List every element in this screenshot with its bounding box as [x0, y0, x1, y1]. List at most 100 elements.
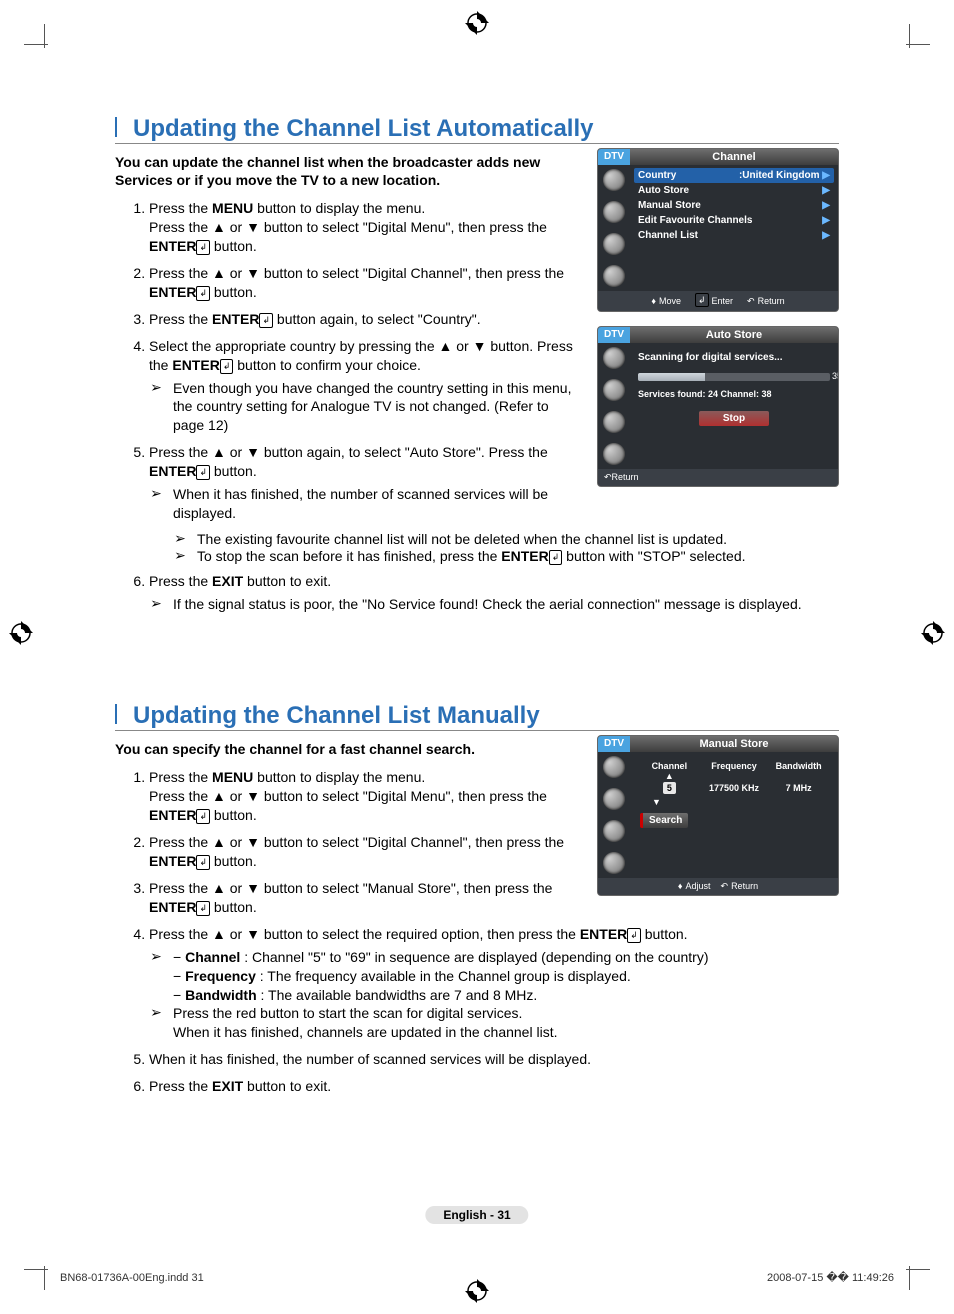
- enter-icon: [549, 550, 563, 565]
- enter-icon: [196, 465, 210, 480]
- osd-category-icon: [603, 169, 625, 191]
- osd-category-icon: [603, 265, 625, 287]
- crop-mark: [906, 44, 930, 45]
- enter-icon: [196, 855, 210, 870]
- dtv-badge: DTV: [598, 736, 630, 752]
- osd-category-icon: [603, 347, 625, 369]
- stop-button: Stop: [699, 411, 769, 426]
- steps-auto-cont: Press the EXIT button to exit. ➢If the s…: [115, 572, 839, 614]
- enter-icon: [196, 286, 210, 301]
- osd-auto-store: DTV Auto Store Scanning for digital: [597, 326, 839, 487]
- note-pointer-icon: ➢: [149, 594, 163, 613]
- footer-timestamp: 2008-07-15 �� 11:49:26: [767, 1271, 894, 1284]
- osd-footer: ♦Adjust ↶Return: [598, 878, 838, 895]
- registration-mark-left: [8, 620, 34, 646]
- osd-category-icon: [603, 411, 625, 433]
- step: Press the ▲ or ▼ button to select "Digit…: [149, 833, 583, 871]
- dtv-badge: DTV: [598, 327, 630, 343]
- step: Press the ▲ or ▼ button again, to select…: [149, 443, 583, 523]
- search-button: Search: [640, 813, 688, 828]
- menu-row: Edit Favourite Channels▶: [634, 213, 834, 228]
- step: Press the MENU button to display the men…: [149, 199, 583, 256]
- menu-row-country: Country:United Kingdom ▶: [634, 168, 834, 183]
- enter-icon: [196, 240, 210, 255]
- osd-footer: ↶ Return: [598, 469, 838, 486]
- osd-category-icon: [603, 379, 625, 401]
- progress-percent: 35%: [832, 371, 839, 381]
- section-title-manual: Updating the Channel List Manually: [115, 702, 839, 731]
- page: Updating the Channel List Automatically …: [0, 0, 954, 1314]
- osd-channel-menu: DTV Channel Country:United Kingdom ▶ Au: [597, 148, 839, 312]
- step: Press the ENTER button again, to select …: [149, 310, 583, 329]
- step: Press the EXIT button to exit. ➢If the s…: [149, 572, 839, 614]
- osd-category-icons: [598, 343, 630, 469]
- registration-mark-right: [920, 620, 946, 646]
- channel-value: 5: [663, 782, 676, 794]
- registration-mark-bottom: [464, 1278, 490, 1304]
- step: Press the EXIT button to exit.: [149, 1077, 839, 1096]
- step: Press the MENU button to display the men…: [149, 768, 583, 825]
- services-found: Services found: 24 Channel: 38: [634, 387, 834, 401]
- step: Press the ▲ or ▼ button to select the re…: [149, 925, 839, 1042]
- step: Press the ▲ or ▼ button to select "Digit…: [149, 264, 583, 302]
- enter-icon: [695, 293, 709, 307]
- frequency-value: 177500 KHz: [705, 783, 764, 793]
- step: Select the appropriate country by pressi…: [149, 337, 583, 436]
- col-channel: Channel▲: [640, 761, 699, 781]
- enter-icon: [196, 901, 210, 916]
- note-text: The existing favourite channel list will…: [197, 531, 839, 548]
- osd-category-icon: [603, 443, 625, 465]
- steps-manual: Press the MENU button to display the men…: [115, 768, 583, 917]
- osd-category-icon: [603, 756, 625, 778]
- osd-category-icons: [598, 752, 630, 878]
- step: Press the ▲ or ▼ button to select "Manua…: [149, 879, 583, 917]
- crop-mark: [24, 1269, 48, 1270]
- osd-footer: ♦Move Enter ↶Return: [598, 291, 838, 311]
- enter-icon: [627, 928, 641, 943]
- note-pointer-icon: ➢: [173, 530, 187, 547]
- osd-category-icon: [603, 820, 625, 842]
- note-text: If the signal status is poor, the "No Se…: [173, 595, 839, 614]
- step: When it has finished, the number of scan…: [149, 1050, 839, 1069]
- intro-auto: You can update the channel list when the…: [115, 154, 583, 189]
- note-text: When it has finished, the number of scan…: [173, 485, 583, 523]
- progress: Scanning for digital services... 35%: [638, 352, 830, 381]
- note-text: − Channel : Channel "5" to "69" in seque…: [173, 948, 839, 1005]
- page-number: English - 31: [425, 1206, 528, 1224]
- osd-category-icon: [603, 233, 625, 255]
- menu-row: Channel List▶: [634, 228, 834, 243]
- steps-auto: Press the MENU button to display the men…: [115, 199, 583, 523]
- osd-category-icon: [603, 788, 625, 810]
- col-frequency: Frequency: [705, 761, 764, 781]
- note-pointer-icon: ➢: [173, 547, 187, 564]
- note-pointer-icon: ➢: [149, 484, 163, 503]
- menu-row: Manual Store▶: [634, 198, 834, 213]
- intro-manual: You can specify the channel for a fast c…: [115, 741, 583, 759]
- bandwidth-value: 7 MHz: [769, 783, 828, 793]
- col-bandwidth: Bandwidth: [769, 761, 828, 781]
- osd-manual-store: DTV Manual Store Channel▲: [597, 735, 839, 896]
- osd-category-icons: [598, 165, 630, 291]
- osd-title: Channel: [630, 149, 838, 165]
- enter-icon: [259, 313, 273, 328]
- osd-category-icon: [603, 852, 625, 874]
- note-pointer-icon: ➢: [149, 947, 163, 966]
- menu-row: Auto Store▶: [634, 183, 834, 198]
- section-title-auto: Updating the Channel List Automatically: [115, 115, 839, 144]
- progress-bar: 35%: [638, 373, 830, 381]
- registration-mark-top: [464, 10, 490, 36]
- osd-title: Manual Store: [630, 736, 838, 752]
- progress-label: Scanning for digital services...: [638, 352, 830, 363]
- enter-icon: [196, 809, 210, 824]
- footer-filename: BN68-01736A-00Eng.indd 31: [60, 1272, 204, 1284]
- note-text: To stop the scan before it has finished,…: [197, 548, 839, 566]
- crop-mark: [906, 1269, 930, 1270]
- enter-icon: [220, 359, 234, 374]
- osd-title: Auto Store: [630, 327, 838, 343]
- note-pointer-icon: ➢: [149, 378, 163, 397]
- dtv-badge: DTV: [598, 149, 630, 165]
- note-pointer-icon: ➢: [149, 1003, 163, 1022]
- note-text: Press the red button to start the scan f…: [173, 1004, 839, 1042]
- steps-manual-cont: Press the ▲ or ▼ button to select the re…: [115, 925, 839, 1096]
- crop-mark: [24, 44, 48, 45]
